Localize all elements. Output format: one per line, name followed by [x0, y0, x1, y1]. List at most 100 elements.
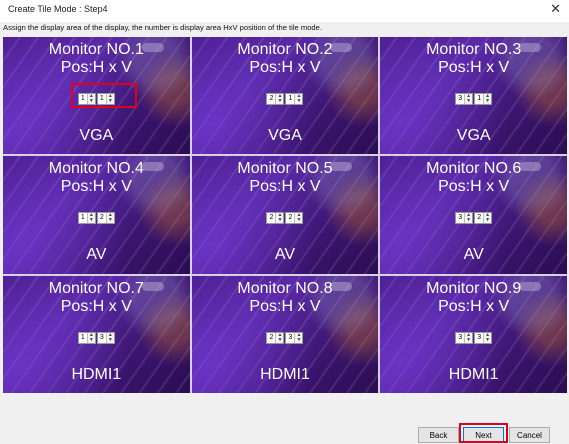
- spinner-arrows-icon[interactable]: ▲ ▼: [105, 332, 114, 343]
- monitor-pos-label: Pos:H x V: [438, 178, 510, 196]
- monitor-name: Monitor NO.6: [426, 160, 522, 178]
- monitor-name: Monitor NO.9: [426, 279, 522, 297]
- h-position-value: 1: [80, 214, 85, 222]
- v-position-spinner[interactable]: 2 ▲ ▼: [285, 212, 304, 225]
- v-position-spinner[interactable]: 3 ▲ ▼: [96, 331, 115, 344]
- v-position-value: 2: [288, 214, 293, 222]
- v-position-spinner[interactable]: 3 ▲ ▼: [474, 331, 493, 344]
- monitor-tile-3: Monitor NO.3 Pos:H x V 3 ▲ ▼ 1 ▲ ▼ VGA: [380, 37, 567, 155]
- v-position-value: 2: [99, 214, 104, 222]
- window-title: Create Tile Mode : Step4: [8, 4, 108, 14]
- monitor-tile-2: Monitor NO.2 Pos:H x V 2 ▲ ▼ 1 ▲ ▼ VGA: [191, 37, 379, 155]
- spinner-arrows-icon[interactable]: ▲ ▼: [275, 94, 284, 104]
- monitor-pos-label: Pos:H x V: [60, 297, 132, 315]
- monitor-tile-8: Monitor NO.8 Pos:H x V 2 ▲ ▼ 3 ▲ ▼ HDMI1: [191, 275, 379, 393]
- input-source-label: AV: [463, 246, 484, 264]
- h-position-value: 2: [269, 214, 274, 222]
- spinner-arrows-icon[interactable]: ▲ ▼: [86, 332, 95, 343]
- v-position-spinner[interactable]: 1 ▲ ▼: [285, 93, 304, 105]
- monitor-pos-label: Pos:H x V: [438, 297, 510, 315]
- position-spinners: 2 ▲ ▼ 3 ▲ ▼: [192, 331, 379, 344]
- input-source-label: VGA: [456, 127, 491, 144]
- v-position-value: 1: [477, 95, 482, 102]
- h-position-value: 2: [269, 95, 274, 102]
- monitor-tile-6: Monitor NO.6 Pos:H x V 3 ▲ ▼ 2 ▲ ▼ AV: [380, 156, 567, 274]
- position-spinners: 3 ▲ ▼ 1 ▲ ▼: [380, 93, 567, 105]
- input-source-label: HDMI1: [260, 365, 310, 383]
- cancel-button[interactable]: Cancel: [509, 427, 550, 443]
- h-position-value: 1: [80, 333, 85, 341]
- monitor-tile-4: Monitor NO.4 Pos:H x V 1 ▲ ▼ 2 ▲ ▼ AV: [3, 156, 190, 274]
- h-position-spinner[interactable]: 1 ▲ ▼: [77, 331, 96, 344]
- h-position-value: 3: [458, 333, 463, 341]
- spinner-arrows-icon[interactable]: ▲ ▼: [464, 332, 473, 343]
- h-position-spinner[interactable]: 2 ▲ ▼: [266, 212, 285, 225]
- h-position-spinner[interactable]: 1 ▲ ▼: [77, 212, 96, 225]
- spinner-arrows-icon[interactable]: ▲ ▼: [483, 332, 492, 343]
- monitor-name: Monitor NO.8: [237, 279, 333, 297]
- spinner-arrows-icon[interactable]: ▲ ▼: [86, 213, 95, 224]
- monitor-tile-9: Monitor NO.9 Pos:H x V 3 ▲ ▼ 3 ▲ ▼ HDMI1: [380, 275, 567, 393]
- v-position-value: 3: [99, 333, 104, 341]
- monitor-pos-label: Pos:H x V: [249, 59, 321, 76]
- h-position-spinner[interactable]: 3 ▲ ▼: [455, 93, 474, 105]
- input-source-label: HDMI1: [448, 365, 499, 383]
- position-spinners: 2 ▲ ▼ 2 ▲ ▼: [192, 212, 379, 225]
- title-bar: Create Tile Mode : Step4 ✕: [0, 0, 569, 22]
- input-source-label: AV: [274, 246, 296, 264]
- input-source-label: VGA: [268, 127, 302, 144]
- input-source-label: VGA: [79, 127, 114, 144]
- h-position-spinner[interactable]: 2 ▲ ▼: [266, 331, 285, 344]
- spinner-highlight: [71, 83, 137, 108]
- spinner-arrows-icon[interactable]: ▲ ▼: [483, 213, 492, 224]
- monitor-tile-5: Monitor NO.5 Pos:H x V 2 ▲ ▼ 2 ▲ ▼ AV: [191, 156, 379, 274]
- monitor-name: Monitor NO.4: [48, 160, 144, 178]
- position-spinners: 1 ▲ ▼ 3 ▲ ▼: [3, 331, 190, 344]
- position-spinners: 1 ▲ ▼ 2 ▲ ▼: [3, 212, 190, 225]
- position-spinners: 2 ▲ ▼ 1 ▲ ▼: [192, 93, 379, 105]
- spinner-arrows-icon[interactable]: ▲ ▼: [275, 332, 284, 343]
- monitor-pos-label: Pos:H x V: [249, 297, 321, 315]
- instruction-text: Assign the display area of the display, …: [3, 23, 322, 32]
- spinner-arrows-icon[interactable]: ▲ ▼: [464, 213, 473, 224]
- tile-grid: Monitor NO.1 Pos:H x V 1 ▲ ▼ 1 ▲ ▼ VGA Mon…: [3, 37, 567, 393]
- h-position-spinner[interactable]: 3 ▲ ▼: [455, 212, 474, 225]
- monitor-name: Monitor NO.1: [48, 41, 144, 58]
- spinner-arrows-icon[interactable]: ▲ ▼: [483, 94, 492, 104]
- h-position-value: 2: [269, 333, 274, 341]
- spinner-arrows-icon[interactable]: ▲ ▼: [294, 94, 303, 104]
- close-icon[interactable]: ✕: [550, 2, 561, 18]
- h-position-value: 3: [458, 214, 463, 222]
- v-position-spinner[interactable]: 3 ▲ ▼: [285, 331, 304, 344]
- v-position-value: 2: [477, 214, 482, 222]
- position-spinners: 3 ▲ ▼ 3 ▲ ▼: [380, 331, 567, 344]
- monitor-pos-label: Pos:H x V: [438, 59, 510, 76]
- monitor-pos-label: Pos:H x V: [249, 178, 321, 196]
- monitor-tile-1: Monitor NO.1 Pos:H x V 1 ▲ ▼ 1 ▲ ▼ VGA: [3, 37, 190, 155]
- input-source-label: AV: [86, 246, 107, 264]
- monitor-tile-7: Monitor NO.7 Pos:H x V 1 ▲ ▼ 3 ▲ ▼ HDMI1: [3, 275, 190, 393]
- spinner-arrows-icon[interactable]: ▲ ▼: [275, 213, 284, 224]
- spinner-arrows-icon[interactable]: ▲ ▼: [294, 213, 303, 224]
- back-button[interactable]: Back: [418, 427, 459, 443]
- spinner-arrows-icon[interactable]: ▲ ▼: [464, 94, 473, 104]
- spinner-arrows-icon[interactable]: ▲ ▼: [105, 213, 114, 224]
- v-position-spinner[interactable]: 2 ▲ ▼: [96, 212, 115, 225]
- position-spinners: 3 ▲ ▼ 2 ▲ ▼: [380, 212, 567, 225]
- monitor-pos-label: Pos:H x V: [60, 59, 132, 76]
- v-position-spinner[interactable]: 2 ▲ ▼: [474, 212, 493, 225]
- v-position-value: 3: [477, 333, 482, 341]
- h-position-spinner[interactable]: 2 ▲ ▼: [266, 93, 285, 105]
- spinner-arrows-icon[interactable]: ▲ ▼: [294, 332, 303, 343]
- monitor-name: Monitor NO.7: [48, 279, 144, 297]
- monitor-name: Monitor NO.2: [237, 41, 333, 58]
- input-source-label: HDMI1: [71, 365, 122, 383]
- monitor-name: Monitor NO.5: [237, 160, 333, 178]
- h-position-spinner[interactable]: 3 ▲ ▼: [455, 331, 474, 344]
- v-position-value: 3: [288, 333, 293, 341]
- h-position-value: 3: [458, 95, 463, 102]
- monitor-name: Monitor NO.3: [426, 41, 522, 58]
- v-position-spinner[interactable]: 1 ▲ ▼: [474, 93, 493, 105]
- next-button-highlight: [459, 423, 508, 443]
- v-position-value: 1: [288, 95, 293, 102]
